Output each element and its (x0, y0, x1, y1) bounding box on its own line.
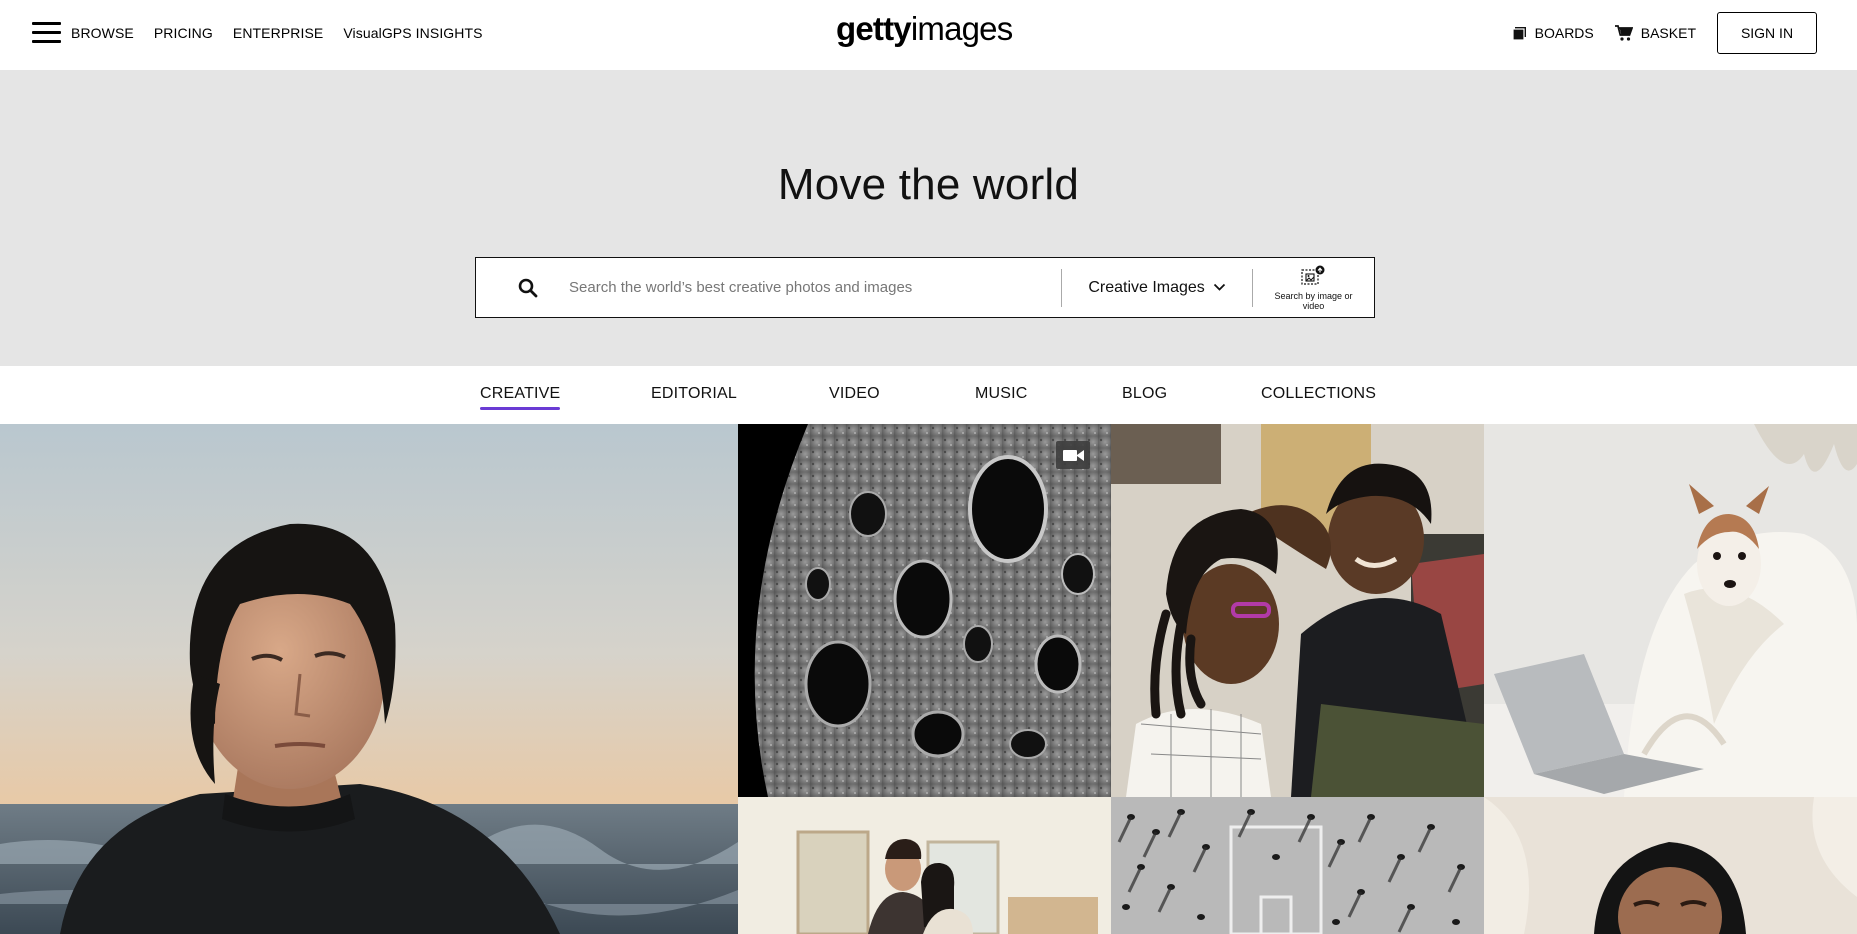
primary-nav: BROWSE PRICING ENTERPRISE VisualGPS INSI… (71, 0, 503, 66)
search-icon (518, 278, 537, 297)
gallery-tile[interactable] (1111, 797, 1484, 934)
nav-pricing[interactable]: PRICING (154, 25, 213, 41)
basket-icon (1614, 25, 1633, 41)
gallery-tile[interactable] (738, 424, 1111, 797)
account-nav: BOARDS BASKET SIGN IN (1512, 0, 1857, 66)
image-search-icon (1301, 265, 1325, 285)
tab-video[interactable]: VIDEO (829, 385, 880, 403)
boards-link[interactable]: BOARDS (1512, 25, 1594, 41)
hair-braiding-image (1111, 424, 1484, 797)
moon-surface-image (738, 424, 1111, 797)
aerial-crowd-image (1111, 797, 1484, 934)
boards-icon (1512, 26, 1526, 41)
image-gallery (0, 424, 1857, 934)
tab-creative[interactable]: CREATIVE (480, 385, 561, 410)
tab-editorial[interactable]: EDITORIAL (651, 385, 737, 403)
search-button[interactable] (476, 258, 557, 317)
dog-blanket-laptop-image (1484, 424, 1857, 797)
gettyimages-logo[interactable]: gettyimages (836, 10, 1013, 48)
hero-banner: Move the world Creative Images Search by… (0, 70, 1857, 366)
basket-link[interactable]: BASKET (1614, 25, 1696, 41)
site-header: BROWSE PRICING ENTERPRISE VisualGPS INSI… (0, 0, 1857, 70)
gallery-tile[interactable] (738, 797, 1111, 934)
gallery-tile[interactable] (0, 424, 738, 934)
search-input[interactable] (557, 267, 1050, 308)
logo-bold: getty (836, 10, 912, 47)
scope-label: Creative Images (1088, 278, 1205, 296)
search-by-image-label: Search by image or video (1274, 290, 1353, 311)
sign-in-button[interactable]: SIGN IN (1717, 12, 1817, 54)
nav-browse[interactable]: BROWSE (71, 25, 134, 41)
logo-light: images (910, 10, 1013, 47)
search-bar: Creative Images Search by image or video (475, 257, 1375, 318)
nav-visualgps-insights[interactable]: VisualGPS INSIGHTS (343, 25, 482, 41)
boards-label: BOARDS (1534, 25, 1594, 41)
menu-icon[interactable] (32, 22, 61, 44)
tab-blog[interactable]: BLOG (1122, 385, 1167, 403)
hero-title: Move the world (777, 160, 1080, 209)
couple-room-image (738, 797, 1111, 934)
search-by-image-button[interactable]: Search by image or video (1253, 258, 1374, 317)
basket-label: BASKET (1640, 25, 1696, 41)
tab-music[interactable]: MUSIC (975, 385, 1028, 403)
chevron-down-icon (1213, 283, 1225, 291)
nav-enterprise[interactable]: ENTERPRISE (233, 25, 323, 41)
woman-headscarf-image (1484, 797, 1857, 934)
content-type-tabs: CREATIVE EDITORIAL VIDEO MUSIC BLOG COLL… (0, 366, 1857, 424)
gallery-tile[interactable] (1111, 424, 1484, 797)
search-scope-dropdown[interactable]: Creative Images (1062, 258, 1252, 317)
tab-collections[interactable]: COLLECTIONS (1261, 385, 1376, 403)
gallery-tile[interactable] (1484, 424, 1857, 797)
gallery-tile[interactable] (1484, 797, 1857, 934)
beach-portrait-image (0, 424, 738, 934)
